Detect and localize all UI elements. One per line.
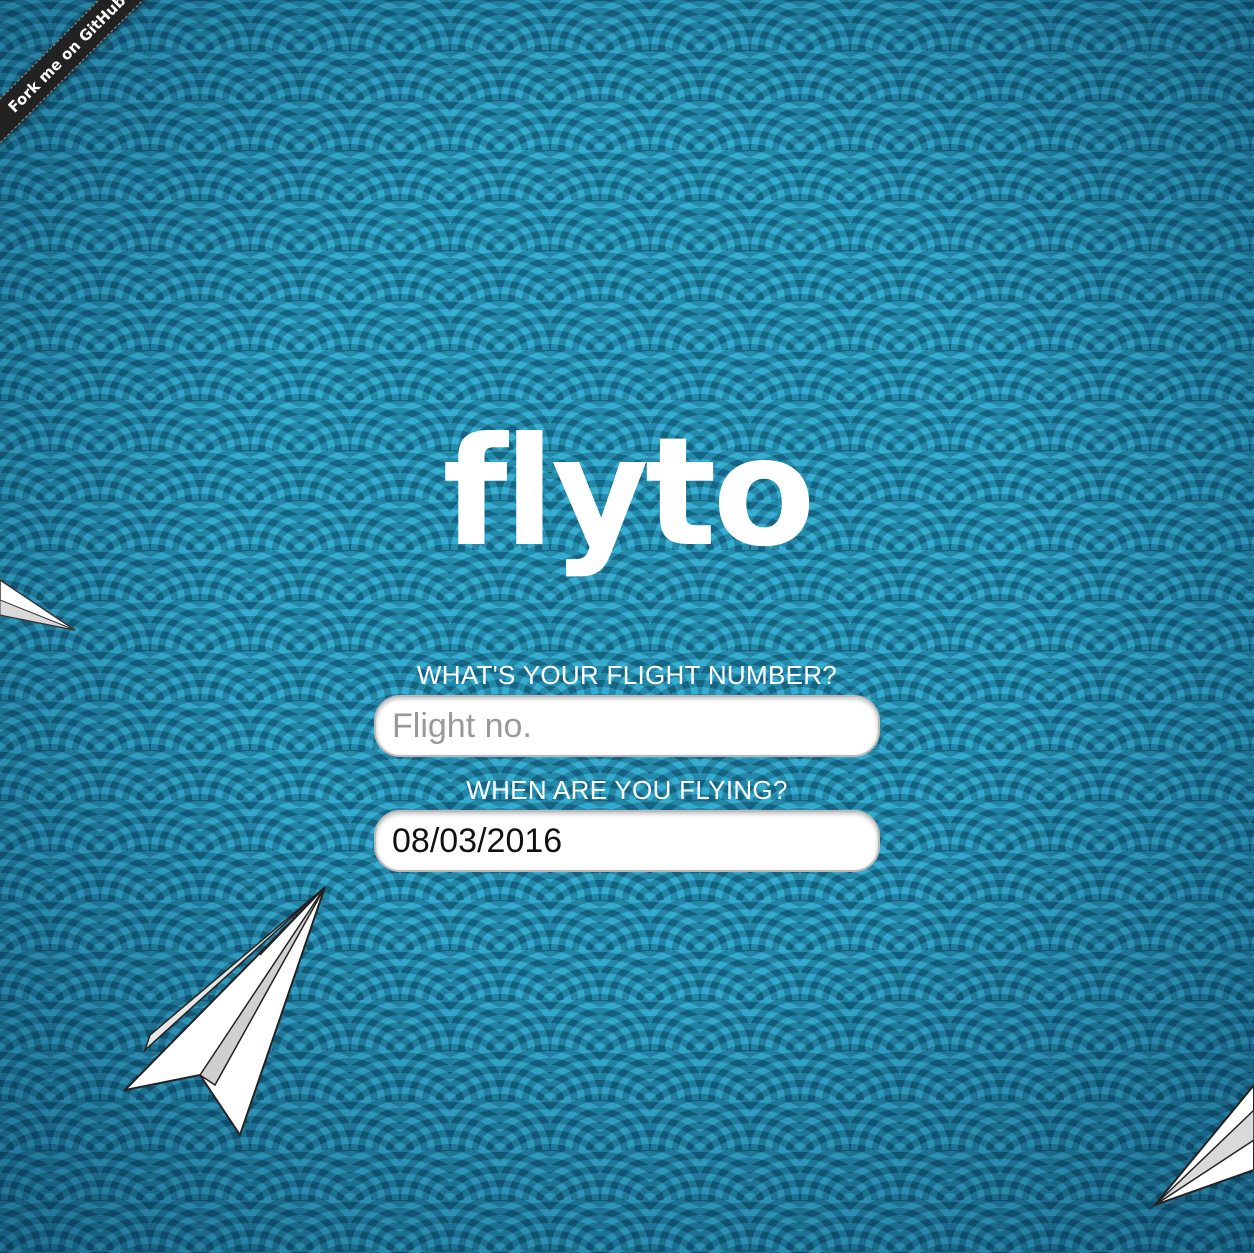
flyto-logo: FLYTO — [442, 406, 815, 580]
flight-date-label: WHEN ARE YOU FLYING? — [466, 775, 788, 805]
main-content: FLYTO WHAT'S YOUR FLIGHT NUMBER? WHEN AR… — [0, 0, 1254, 872]
flight-number-input[interactable] — [374, 695, 880, 757]
paper-plane-icon — [1151, 1083, 1254, 1208]
flight-date-input[interactable] — [374, 810, 880, 872]
flight-number-label: WHAT'S YOUR FLIGHT NUMBER? — [416, 660, 838, 690]
paper-plane-icon — [122, 886, 326, 1138]
